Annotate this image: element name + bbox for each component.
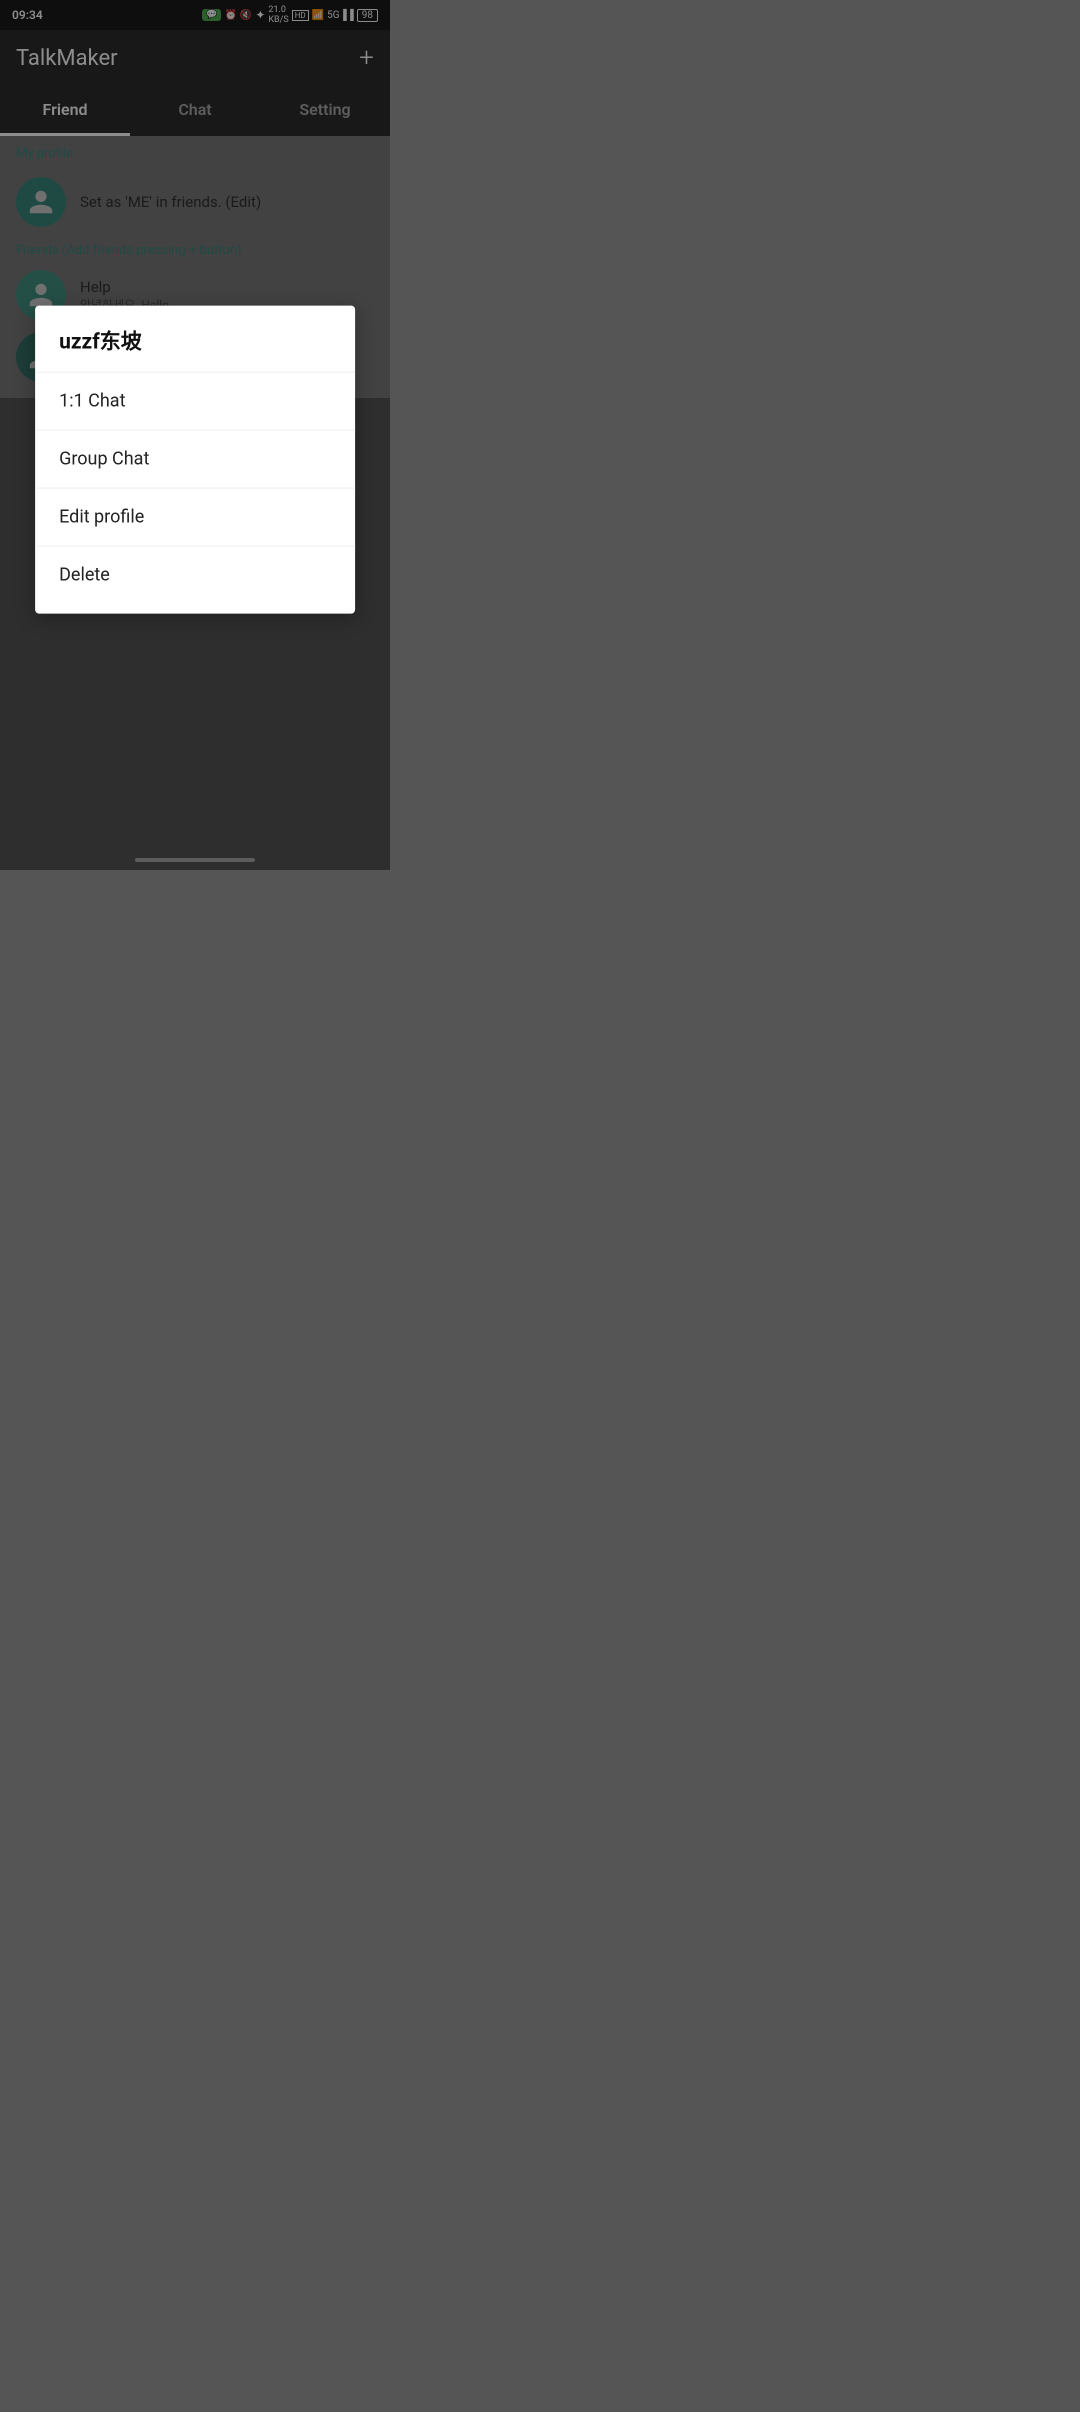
context-menu-username: uzzf东坡 — [35, 326, 355, 372]
menu-item-group-chat[interactable]: Group Chat — [35, 431, 355, 488]
menu-item-edit-profile[interactable]: Edit profile — [35, 489, 355, 546]
context-menu-dialog: uzzf东坡 1:1 Chat Group Chat Edit profile … — [35, 306, 355, 614]
menu-item-one-on-one-chat[interactable]: 1:1 Chat — [35, 373, 355, 430]
menu-item-delete[interactable]: Delete — [35, 547, 355, 604]
